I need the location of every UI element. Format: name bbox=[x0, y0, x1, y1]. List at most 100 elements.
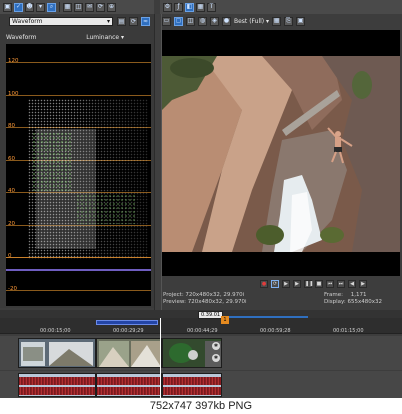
scope-mode-select[interactable]: Waveform ▾ bbox=[9, 17, 113, 26]
marker-flag[interactable]: 1 bbox=[221, 316, 229, 324]
envelope-icon[interactable]: ✉ bbox=[85, 2, 94, 12]
pin-icon[interactable]: ⊕ bbox=[107, 2, 116, 12]
scope-mode-value: Waveform bbox=[12, 18, 43, 25]
quality-select[interactable]: Best (Full) ▾ bbox=[234, 18, 269, 25]
waveform-green-trace bbox=[76, 194, 136, 224]
next-frame-icon[interactable]: ▶ bbox=[359, 280, 367, 288]
scope-title: Waveform bbox=[6, 33, 37, 41]
image-caption-bar: 752x747 397kb PNG bbox=[0, 398, 402, 414]
preview-toolbar: ⚙ ƒ ◧ ▦ T bbox=[160, 0, 402, 14]
audio-waveform bbox=[163, 387, 221, 395]
fit-icon[interactable]: ◫ bbox=[74, 2, 83, 12]
audio-waveform bbox=[97, 387, 161, 395]
stop-icon[interactable]: ■ bbox=[315, 280, 323, 288]
refresh-icon[interactable]: ⟳ bbox=[129, 17, 138, 26]
play-icon[interactable]: ▶ bbox=[293, 280, 301, 288]
video-clip[interactable] bbox=[96, 338, 162, 368]
preview-options-bar: ▭ ▢ ◫ ◍ ◈ ● Best (Full) ▾ ▦ ⎘ ▣ bbox=[162, 15, 306, 27]
y-axis-label: 100 bbox=[8, 91, 19, 97]
time-mark: 00:00:44;29 bbox=[187, 328, 218, 334]
properties-icon[interactable]: ⚙ bbox=[163, 2, 172, 12]
channels-icon[interactable]: ● bbox=[222, 16, 231, 26]
frame-value: 1,171 bbox=[350, 292, 367, 298]
previous-frame-icon[interactable]: ◀ bbox=[348, 280, 356, 288]
audio-clip[interactable] bbox=[162, 373, 222, 397]
playhead[interactable] bbox=[160, 318, 161, 398]
fx-icon[interactable]: ƒ bbox=[174, 2, 183, 12]
audio-waveform bbox=[97, 377, 161, 385]
display-label: Display: bbox=[324, 299, 346, 305]
display-value: 655x480x32 bbox=[347, 299, 382, 305]
image-caption: 752x747 397kb PNG bbox=[149, 400, 253, 412]
event-fx-icon[interactable]: ✱ bbox=[212, 342, 220, 350]
go-to-start-icon[interactable]: ⏮ bbox=[326, 280, 334, 288]
loop-region[interactable] bbox=[96, 320, 158, 325]
color-icon[interactable]: ◍ bbox=[198, 16, 207, 26]
audio-clip[interactable] bbox=[18, 373, 96, 397]
time-mark: 00:00:59;28 bbox=[260, 328, 291, 334]
y-axis-label: 60 bbox=[8, 156, 15, 162]
y-axis-label: 80 bbox=[8, 123, 15, 129]
update-scopes-icon[interactable]: ≈ bbox=[141, 17, 150, 26]
project-info: Project: 720x480x32, 29.970i bbox=[163, 292, 244, 298]
scope-channel[interactable]: Luminance ▾ bbox=[86, 34, 124, 41]
time-mark: 00:00:29;29 bbox=[113, 328, 144, 334]
grid-icon[interactable]: ▦ bbox=[272, 16, 282, 26]
toolbar-divider bbox=[59, 2, 60, 12]
quality-value: Best (Full) bbox=[234, 17, 265, 25]
display-info: Display: 655x480x32 bbox=[324, 299, 382, 305]
timeline-ruler[interactable]: 00:00:15;00 00:00:29;29 00:00:44;29 00:0… bbox=[0, 318, 402, 334]
dropdown-arrow-icon[interactable]: ▾ bbox=[36, 2, 45, 12]
frame-label: Frame: bbox=[324, 292, 343, 298]
monitor-icon[interactable]: ▭ bbox=[162, 16, 171, 26]
y-axis-label: -20 bbox=[8, 286, 17, 292]
audio-clip[interactable] bbox=[96, 373, 162, 397]
text-tool-icon[interactable]: T bbox=[207, 2, 216, 12]
time-mark: 00:00:15;00 bbox=[40, 328, 71, 334]
project-label: Project: bbox=[163, 292, 184, 298]
play-from-start-icon[interactable]: ▶ bbox=[282, 280, 290, 288]
clip-thumbnail bbox=[97, 339, 161, 367]
split-screen-icon[interactable]: ◧ bbox=[185, 2, 194, 12]
audio-waveform bbox=[19, 387, 95, 395]
people-icon[interactable]: ☻ bbox=[25, 2, 34, 12]
cursor-tool-icon[interactable]: ✓ bbox=[14, 2, 23, 12]
overlay-icon[interactable]: ◈ bbox=[210, 16, 219, 26]
overlays-icon[interactable]: ▦ bbox=[196, 2, 205, 12]
preview-info: Preview: 720x480x32, 29.970i bbox=[163, 299, 247, 305]
loop-icon[interactable]: ⟳ bbox=[271, 280, 279, 288]
project-value: 720x480x32, 29.970i bbox=[185, 292, 245, 298]
y-axis-label: 120 bbox=[8, 58, 19, 64]
time-mark: 00:01:15;00 bbox=[333, 328, 364, 334]
y-axis-label: 0 bbox=[8, 253, 12, 259]
pause-icon[interactable]: ❚❚ bbox=[304, 280, 313, 288]
external-monitor-icon[interactable]: ▢ bbox=[174, 16, 183, 26]
video-preview bbox=[162, 30, 400, 276]
y-axis-label: 40 bbox=[8, 188, 15, 194]
grid-icon[interactable]: ▦ bbox=[63, 2, 72, 12]
sync-icon[interactable]: ⟳ bbox=[96, 2, 105, 12]
setup-line bbox=[6, 269, 151, 271]
zoom-tool-icon[interactable]: ⌕ bbox=[47, 2, 56, 12]
graticule-line bbox=[6, 290, 151, 291]
event-pan-crop-icon[interactable]: ✱ bbox=[212, 354, 220, 362]
panel-splitter[interactable] bbox=[154, 14, 162, 310]
record-icon[interactable]: ● bbox=[260, 280, 268, 288]
audio-waveform bbox=[163, 377, 221, 385]
settings-icon[interactable]: ▤ bbox=[117, 17, 126, 26]
audio-waveform bbox=[19, 377, 95, 385]
scopes-toolbar: ▣ ✓ ☻ ▾ ⌕ ▦ ◫ ✉ ⟳ ⊕ bbox=[0, 0, 154, 14]
timeline-scrollbar-thumb[interactable] bbox=[228, 316, 308, 318]
save-snapshot-icon[interactable]: ▣ bbox=[296, 16, 306, 26]
preview-frame-image bbox=[162, 30, 400, 276]
loop-start-time: 0.39.01 bbox=[198, 311, 224, 319]
frame-info: Frame: 1,171 bbox=[324, 292, 367, 298]
waveform-scope: 120 100 80 60 40 20 0 -20 bbox=[6, 44, 151, 306]
window-icon[interactable]: ▣ bbox=[3, 2, 12, 12]
go-to-end-icon[interactable]: ⏭ bbox=[337, 280, 345, 288]
split-icon[interactable]: ◫ bbox=[186, 16, 195, 26]
video-clip[interactable] bbox=[18, 338, 96, 368]
copy-snapshot-icon[interactable]: ⎘ bbox=[284, 16, 294, 26]
clip-thumbnail bbox=[19, 339, 95, 367]
y-axis-label: 20 bbox=[8, 221, 15, 227]
